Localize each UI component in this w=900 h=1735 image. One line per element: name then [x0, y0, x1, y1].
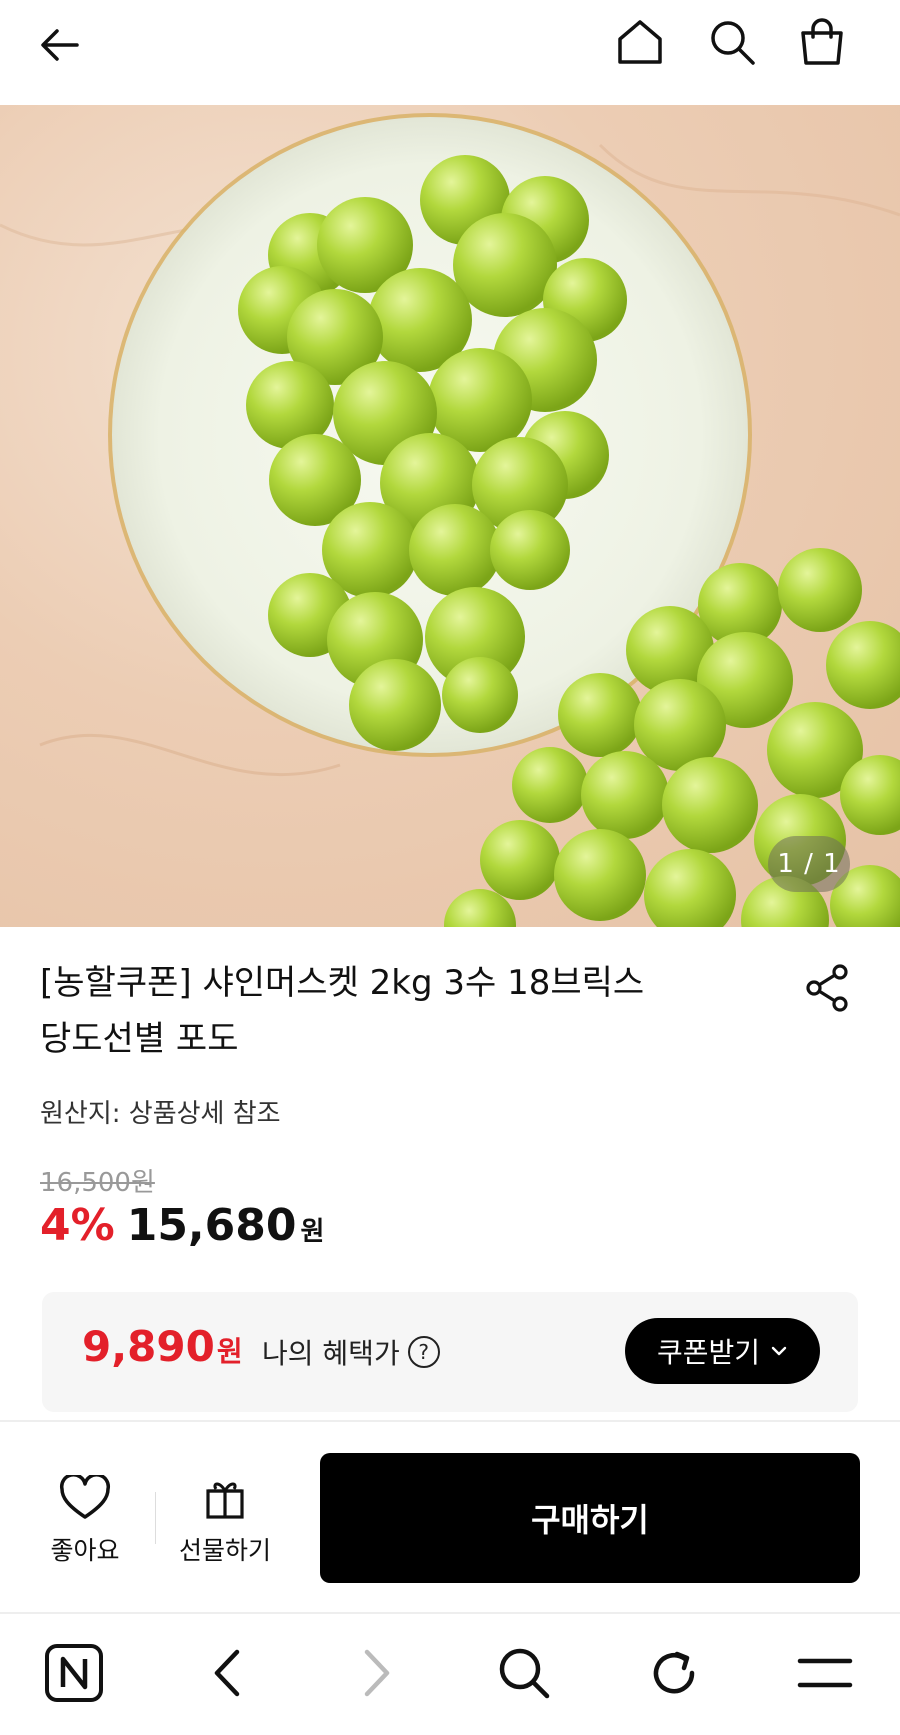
shopping-bag-icon [801, 18, 843, 65]
benefit-label: 나의 혜택가 ? [262, 1332, 440, 1372]
action-separator [155, 1492, 156, 1544]
back-button[interactable] [30, 15, 90, 75]
search-icon [711, 21, 755, 65]
share-icon [806, 964, 848, 1012]
get-coupon-button[interactable]: 쿠폰받기 [625, 1318, 820, 1384]
sale-price: 15,680 [126, 1200, 297, 1251]
refresh-button[interactable] [642, 1641, 706, 1705]
benefit-price-value: 9,890 [82, 1322, 215, 1371]
product-title: [농할쿠폰] 샤인머스켓 2kg 3수 18브릭스 당도선별 포도 [40, 955, 740, 1067]
origin-info: 원산지: 상품상세 참조 [40, 1099, 281, 1129]
section-divider [0, 1420, 900, 1422]
product-title-line2: 당도선별 포도 [40, 1019, 239, 1059]
home-icon [618, 20, 662, 64]
top-app-bar [0, 0, 900, 105]
heart-icon [59, 1475, 111, 1519]
share-button[interactable] [800, 960, 860, 1020]
chevron-right-icon [364, 1649, 390, 1697]
gift-button[interactable]: 선물하기 [175, 1475, 275, 1567]
home-button[interactable] [610, 12, 670, 72]
price-currency: 원 [300, 1217, 325, 1247]
naver-home-button[interactable] [42, 1641, 106, 1705]
original-price: 16,500원 [40, 1168, 155, 1198]
benefit-box: 9,890 원 나의 혜택가 ? 쿠폰받기 [42, 1292, 858, 1412]
cart-button[interactable] [792, 12, 852, 72]
browser-search-button[interactable] [492, 1641, 556, 1705]
browser-bottom-nav [0, 1614, 900, 1735]
like-label: 좋아요 [50, 1536, 120, 1565]
browser-back-button[interactable] [195, 1641, 259, 1705]
refresh-icon [653, 1651, 695, 1694]
search-button[interactable] [702, 12, 762, 72]
price-row: 4% 15,680 원 [40, 1200, 324, 1251]
product-title-line1: [농할쿠폰] 샤인머스켓 2kg 3수 18브릭스 [40, 963, 645, 1003]
naver-n-icon [45, 1644, 103, 1702]
menu-button[interactable] [790, 1641, 860, 1705]
discount-rate: 4% [40, 1200, 115, 1251]
grape-illustration [0, 113, 900, 927]
menu-icon [797, 1658, 853, 1688]
image-counter: 1 / 1 [768, 836, 850, 892]
back-arrow-icon [41, 29, 79, 61]
help-icon[interactable]: ? [407, 1336, 440, 1368]
search-icon [499, 1648, 550, 1699]
gift-label: 선물하기 [178, 1536, 271, 1565]
benefit-label-text: 나의 혜택가 [262, 1337, 400, 1370]
chevron-down-icon [771, 1346, 787, 1356]
chevron-left-icon [214, 1649, 240, 1697]
like-button[interactable]: 좋아요 [44, 1475, 126, 1567]
coupon-button-label: 쿠폰받기 [656, 1336, 761, 1369]
browser-forward-button[interactable] [345, 1641, 409, 1705]
product-image[interactable]: 1 / 1 [0, 105, 900, 927]
benefit-price: 9,890 원 [82, 1322, 243, 1371]
gift-icon [206, 1482, 244, 1519]
buy-button[interactable]: 구매하기 [320, 1453, 860, 1583]
benefit-price-currency: 원 [216, 1335, 243, 1368]
